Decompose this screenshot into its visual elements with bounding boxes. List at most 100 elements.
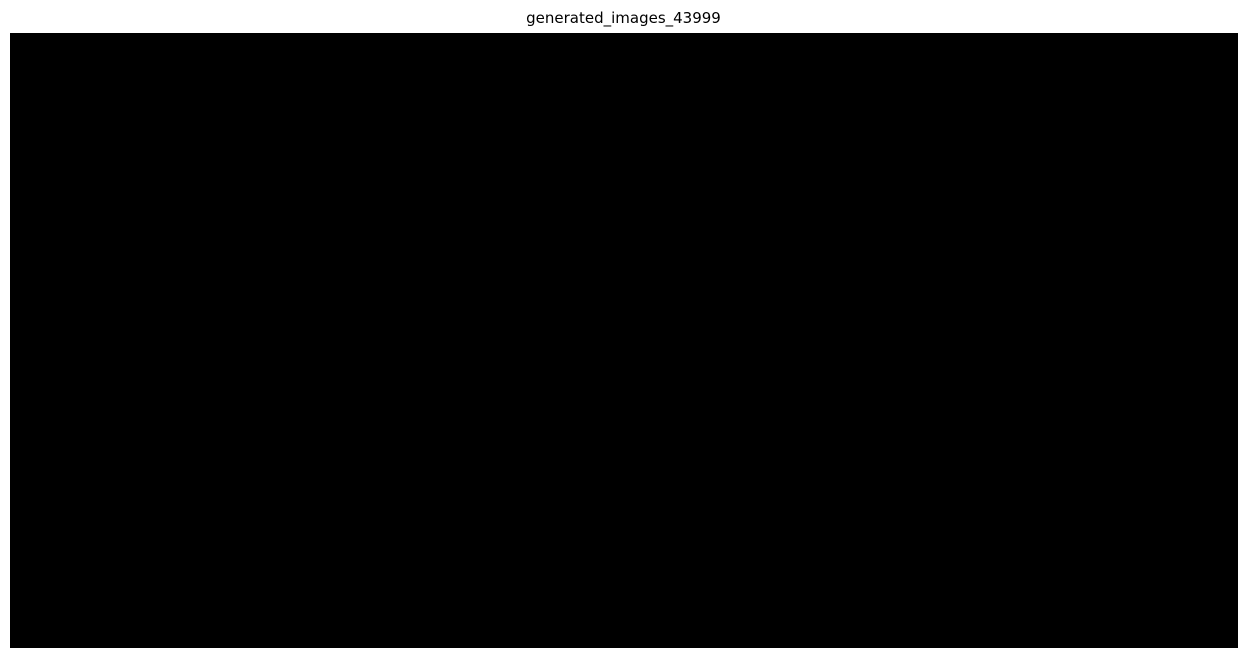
- generated-sample-image: [853, 113, 924, 184]
- generated-sample-image: [243, 266, 314, 337]
- generated-sample-image: [319, 266, 390, 337]
- generated-sample-image: [1082, 37, 1153, 108]
- generated-sample-image: [929, 190, 1000, 261]
- generated-sample-image: [929, 113, 1000, 184]
- generated-sample-image: [14, 495, 85, 566]
- generated-sample-image: [167, 37, 238, 108]
- generated-sample-image: [777, 571, 848, 642]
- generated-sample-image: [319, 495, 390, 566]
- generated-sample-image: [1158, 113, 1229, 184]
- generated-sample-image: [243, 342, 314, 413]
- generated-sample-image: [700, 37, 771, 108]
- generated-sample-image: [90, 571, 161, 642]
- generated-sample-image: [167, 495, 238, 566]
- generated-sample-image: [853, 266, 924, 337]
- generated-sample-image: [395, 266, 466, 337]
- generated-sample-image: [319, 571, 390, 642]
- generated-sample-image: [14, 37, 85, 108]
- generated-sample-image: [243, 495, 314, 566]
- generated-sample-image: [548, 495, 619, 566]
- generated-sample-image: [548, 37, 619, 108]
- generated-sample-image: [1082, 495, 1153, 566]
- generated-sample-image: [624, 418, 695, 489]
- generated-sample-image: [1082, 113, 1153, 184]
- generated-sample-image: [548, 113, 619, 184]
- generated-sample-image: [1158, 37, 1229, 108]
- generated-sample-image: [929, 37, 1000, 108]
- generated-sample-image: [1158, 342, 1229, 413]
- generated-sample-image: [929, 418, 1000, 489]
- generated-sample-image: [853, 571, 924, 642]
- generated-sample-image: [395, 495, 466, 566]
- generated-sample-image: [1158, 495, 1229, 566]
- image-grid: [14, 37, 1229, 642]
- generated-sample-image: [777, 190, 848, 261]
- generated-sample-image: [700, 113, 771, 184]
- generated-sample-image: [167, 190, 238, 261]
- generated-sample-image: [395, 418, 466, 489]
- generated-sample-image: [929, 495, 1000, 566]
- generated-sample-image: [853, 190, 924, 261]
- generated-sample-image: [548, 418, 619, 489]
- generated-sample-image: [777, 37, 848, 108]
- generated-sample-image: [929, 342, 1000, 413]
- generated-sample-image: [700, 495, 771, 566]
- generated-sample-image: [929, 571, 1000, 642]
- generated-sample-image: [167, 113, 238, 184]
- generated-sample-image: [624, 495, 695, 566]
- generated-sample-image: [1005, 37, 1076, 108]
- generated-sample-image: [777, 418, 848, 489]
- generated-sample-image: [700, 342, 771, 413]
- generated-sample-image: [1005, 190, 1076, 261]
- generated-sample-image: [14, 342, 85, 413]
- generated-sample-image: [243, 113, 314, 184]
- generated-sample-image: [319, 37, 390, 108]
- generated-sample-image: [853, 37, 924, 108]
- generated-sample-image: [700, 571, 771, 642]
- generated-sample-image: [167, 571, 238, 642]
- generated-sample-image: [548, 190, 619, 261]
- generated-sample-image: [1005, 342, 1076, 413]
- generated-sample-image: [395, 342, 466, 413]
- generated-sample-image: [1082, 571, 1153, 642]
- generated-sample-image: [395, 113, 466, 184]
- generated-sample-image: [243, 37, 314, 108]
- generated-sample-image: [1005, 571, 1076, 642]
- generated-sample-image: [472, 113, 543, 184]
- generated-sample-image: [243, 418, 314, 489]
- generated-sample-image: [90, 418, 161, 489]
- generated-sample-image: [14, 418, 85, 489]
- generated-sample-image: [1158, 266, 1229, 337]
- generated-sample-image: [472, 495, 543, 566]
- generated-sample-image: [1082, 418, 1153, 489]
- generated-sample-image: [90, 266, 161, 337]
- generated-sample-image: [624, 571, 695, 642]
- generated-sample-image: [14, 113, 85, 184]
- generated-sample-image: [624, 190, 695, 261]
- generated-sample-image: [90, 113, 161, 184]
- generated-sample-image: [1082, 190, 1153, 261]
- generated-sample-image: [14, 571, 85, 642]
- generated-sample-image: [472, 418, 543, 489]
- generated-sample-image: [319, 342, 390, 413]
- generated-sample-image: [1005, 418, 1076, 489]
- generated-sample-image: [548, 571, 619, 642]
- generated-sample-image: [472, 342, 543, 413]
- generated-sample-image: [472, 190, 543, 261]
- generated-sample-image: [14, 190, 85, 261]
- generated-sample-image: [395, 571, 466, 642]
- generated-sample-image: [548, 342, 619, 413]
- generated-sample-image: [319, 113, 390, 184]
- generated-sample-image: [90, 342, 161, 413]
- generated-sample-image: [472, 37, 543, 108]
- generated-sample-image: [319, 418, 390, 489]
- generated-sample-image: [90, 495, 161, 566]
- generated-sample-image: [472, 266, 543, 337]
- generated-sample-image: [167, 342, 238, 413]
- generated-sample-image: [1082, 342, 1153, 413]
- generated-sample-image: [853, 342, 924, 413]
- generated-sample-image: [1005, 266, 1076, 337]
- generated-sample-image: [1005, 495, 1076, 566]
- generated-sample-image: [395, 37, 466, 108]
- generated-sample-image: [929, 266, 1000, 337]
